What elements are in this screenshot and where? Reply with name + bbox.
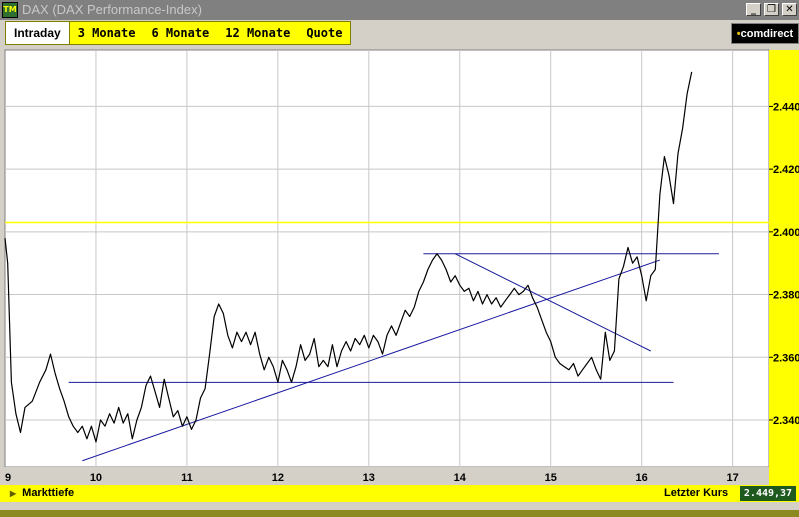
x-tick-label: 17 (726, 472, 738, 484)
dax-intraday-chart: 9 10 11 12 13 14 15 16 17 2.340 2.360 2.380 2.400 2.4… (0, 49, 799, 485)
x-tick-label: 9 (5, 472, 11, 484)
period-tabs: Intraday 3 Monate 6 Monate 12 Monate Quo… (5, 21, 352, 45)
bottom-strip (0, 510, 799, 517)
tab-bar: Intraday 3 Monate 6 Monate 12 Monate Quo… (0, 20, 799, 47)
triangle-right-icon: ▶ (10, 489, 17, 498)
x-tick-label: 16 (636, 472, 648, 484)
plot-area (4, 49, 770, 468)
minimize-button[interactable]: _ (746, 3, 761, 16)
x-tick-label: 11 (181, 472, 193, 484)
bottom-bar: ▶ Markttiefe Letzter Kurs 2.449,37 (0, 485, 799, 502)
chart-root: 9 10 11 12 13 14 15 16 17 2.340 2.360 2.380 2.400 2.4… (0, 49, 799, 485)
markttiefe-link[interactable]: ▶ Markttiefe (10, 485, 74, 502)
markttiefe-label: Markttiefe (22, 487, 75, 499)
axis-corner (769, 467, 799, 485)
tab-3-monate[interactable]: 3 Monate (70, 22, 144, 44)
x-axis-panel (0, 467, 769, 485)
y-tick-label: 2.420 (773, 164, 799, 176)
tab-6-monate[interactable]: 6 Monate (143, 22, 217, 44)
y-tick-label: 2.340 (773, 415, 799, 427)
y-tick-label: 2.360 (773, 352, 799, 364)
x-tick-label: 10 (90, 472, 102, 484)
tab-quote[interactable]: Quote (298, 22, 350, 44)
y-tick-label: 2.400 (773, 227, 799, 239)
tab-12-monate[interactable]: 12 Monate (217, 22, 298, 44)
y-tick-label: 2.380 (773, 290, 799, 302)
comdirect-logo: •comdirect (731, 23, 799, 44)
x-tick-label: 14 (454, 472, 467, 484)
close-button[interactable]: ✕ (782, 3, 797, 16)
app-icon: TM (2, 2, 18, 18)
logo-text: comdirect (740, 28, 794, 40)
x-tick-label: 12 (272, 472, 284, 484)
y-tick-label: 2.440 (773, 101, 799, 113)
x-tick-label: 13 (363, 472, 375, 484)
last-price-value: 2.449,37 (740, 486, 796, 501)
x-tick-label: 15 (545, 472, 557, 484)
last-price-label: Letzter Kurs (664, 487, 729, 499)
restore-button[interactable]: ❐ (764, 3, 779, 16)
title-bar: TM DAX (DAX Performance-Index) _ ❐ ✕ (0, 0, 799, 20)
tab-intraday[interactable]: Intraday (6, 22, 70, 44)
window-title: DAX (DAX Performance-Index) (22, 2, 202, 17)
